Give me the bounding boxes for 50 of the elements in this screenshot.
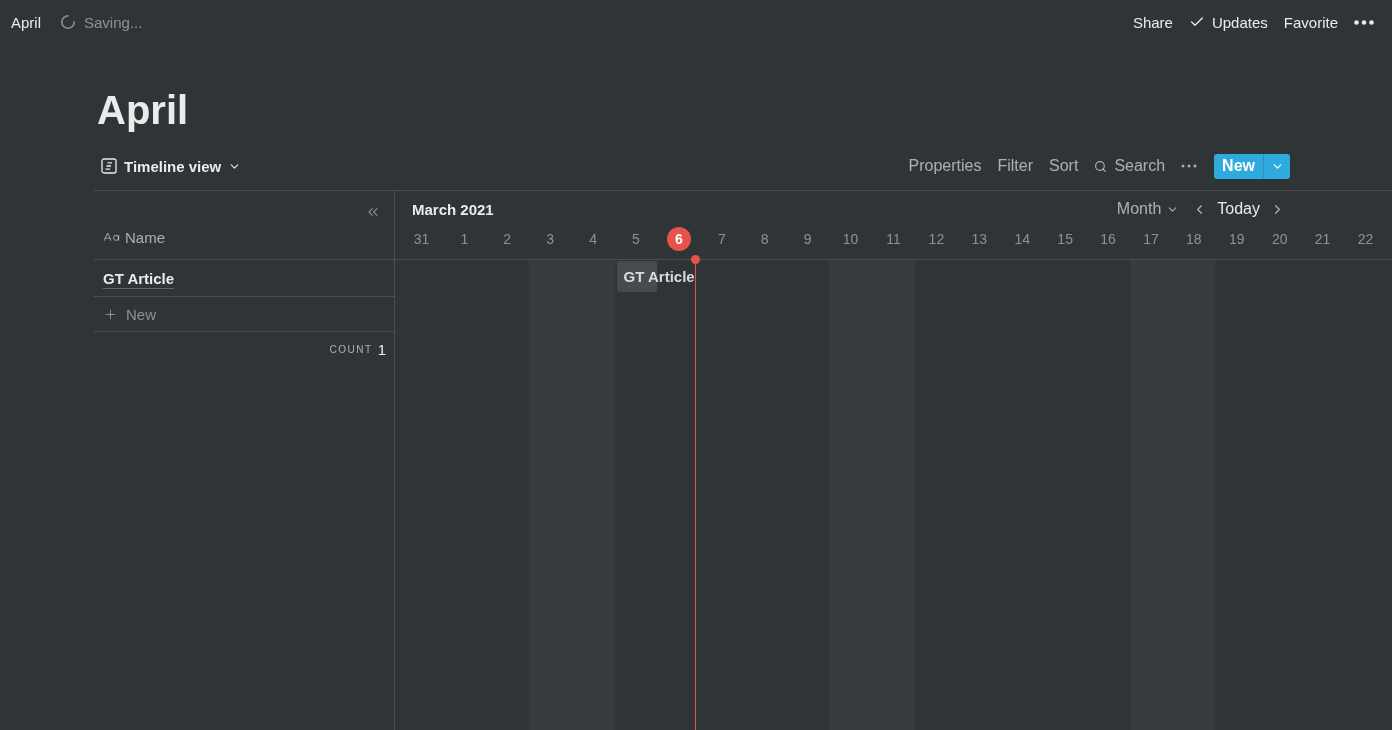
topbar-button[interactable]: Share [1124,8,1181,36]
topbar-button[interactable]: Updates [1180,8,1276,36]
day-label: 14 [1013,230,1031,249]
day-label: 4 [588,230,598,249]
toolbar-button[interactable]: Filter [989,152,1042,180]
plus-icon [103,306,118,322]
day-label: 12 [927,230,946,249]
day-label: 6 [666,227,691,251]
day-label: 22 [1356,230,1375,249]
more-icon [1354,19,1374,25]
count-value: 1 [377,340,386,358]
month-label: March 2021 [412,200,494,218]
day-label: 16 [1099,230,1117,249]
day-label: 9 [802,230,813,249]
timeline-item[interactable]: GT Article [616,261,695,292]
timeline-icon [101,158,117,174]
day-label: 10 [841,230,860,249]
more-icon [1181,164,1198,168]
spinner-icon [60,14,76,30]
saving-status: Saving... [84,13,143,31]
page-title: April [97,87,190,134]
column-header[interactable]: Name [97,223,171,251]
day-label: 2 [502,230,513,249]
toolbar-button[interactable]: Sort [1041,152,1087,180]
day-label: 15 [1056,230,1074,249]
day-label: 7 [716,230,727,249]
day-label: 13 [970,230,989,249]
day-label: 31 [412,230,431,249]
breadcrumb-link[interactable]: April [3,8,49,36]
search-button[interactable]: Search [1086,152,1174,180]
day-label: 19 [1228,230,1246,249]
topbar-button[interactable]: Favorite [1275,8,1346,36]
day-label: 1 [459,230,470,249]
today-button[interactable]: Today [1209,195,1268,223]
day-label: 20 [1270,230,1289,249]
row-title[interactable]: GT Article [103,269,175,287]
day-label: 3 [545,230,556,249]
zoom-dropdown[interactable]: Month [1112,195,1184,223]
add-row-button[interactable]: New [103,300,162,328]
new-dropdown-button[interactable] [1263,153,1290,179]
count-label: COUNT [329,343,373,355]
day-label: 17 [1142,230,1160,249]
day-label: 11 [885,230,902,249]
day-label: 18 [1185,230,1203,249]
day-label: 21 [1313,230,1332,249]
day-label: 8 [759,230,770,249]
search-icon [1094,159,1108,173]
view-switcher[interactable]: Timeline view [94,152,248,180]
toolbar-button[interactable]: Properties [900,152,990,180]
day-label: 5 [631,230,641,249]
